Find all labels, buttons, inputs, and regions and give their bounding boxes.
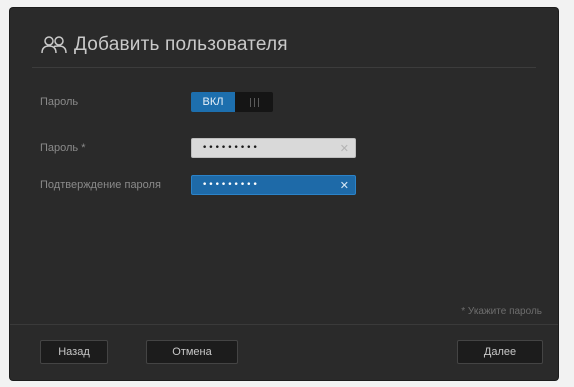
header-divider xyxy=(32,67,536,68)
toggle-grip[interactable] xyxy=(235,92,273,112)
password-toggle-label: Пароль xyxy=(40,96,79,108)
add-user-dialog: Добавить пользователя Пароль ВКЛ Пароль … xyxy=(10,8,558,380)
dialog-header: Добавить пользователя xyxy=(40,30,288,60)
toggle-on-state[interactable]: ВКЛ xyxy=(191,92,235,112)
password-toggle[interactable]: ВКЛ xyxy=(191,92,273,112)
close-icon[interactable]: ✕ xyxy=(340,179,349,192)
cancel-button[interactable]: Отмена xyxy=(146,340,238,364)
password-confirm-field[interactable]: ••••••••• ✕ xyxy=(191,175,356,195)
grip-icon xyxy=(249,97,259,107)
required-hint: * Укажите пароль xyxy=(461,306,542,317)
password-confirm-value: ••••••••• xyxy=(202,180,259,190)
password-field-label: Пароль * xyxy=(40,142,86,154)
close-icon[interactable]: ✕ xyxy=(340,142,349,155)
dialog-title: Добавить пользователя xyxy=(74,34,288,55)
footer-divider xyxy=(10,324,558,325)
password-field[interactable]: ••••••••• ✕ xyxy=(191,138,356,158)
password-confirm-label: Подтверждение пароля xyxy=(40,179,161,191)
back-button[interactable]: Назад xyxy=(40,340,108,364)
users-icon xyxy=(40,34,68,56)
next-button[interactable]: Далее xyxy=(457,340,543,364)
password-value: ••••••••• xyxy=(202,143,259,153)
